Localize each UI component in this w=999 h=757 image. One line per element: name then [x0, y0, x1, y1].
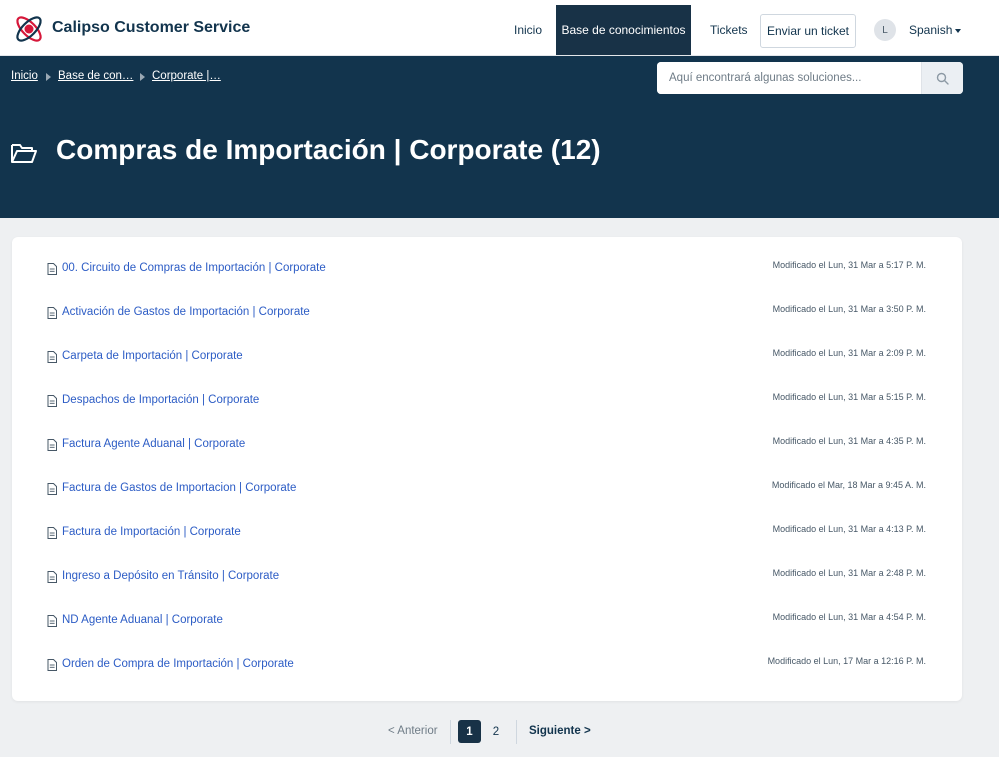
pagination-next[interactable]: Siguiente >	[529, 725, 591, 737]
article-modified-date: Modificado el Lun, 31 Mar a 4:54 P. M.	[772, 612, 926, 622]
article-link[interactable]: Factura de Importación | Corporate	[62, 526, 241, 538]
hero-banner: Inicio Base de con… Corporate |… Compras…	[0, 56, 999, 218]
article-modified-date: Modificado el Lun, 31 Mar a 2:09 P. M.	[772, 348, 926, 358]
list-item: Carpeta de Importación | Corporate Modif…	[12, 342, 962, 372]
article-modified-date: Modificado el Lun, 31 Mar a 5:17 P. M.	[772, 260, 926, 270]
article-modified-date: Modificado el Lun, 31 Mar a 2:48 P. M.	[772, 568, 926, 578]
list-item: 00. Circuito de Compras de Importación |…	[12, 254, 962, 284]
language-selector[interactable]: Spanish	[909, 23, 962, 37]
folder-open-icon	[11, 144, 37, 163]
list-item: Ingreso a Depósito en Tránsito | Corpora…	[12, 562, 962, 592]
nav-tickets[interactable]: Tickets	[710, 23, 748, 37]
article-modified-date: Modificado el Lun, 31 Mar a 4:13 P. M.	[772, 524, 926, 534]
document-icon	[47, 527, 57, 539]
article-link[interactable]: Factura Agente Aduanal | Corporate	[62, 438, 245, 450]
document-icon	[47, 571, 57, 583]
language-label: Spanish	[909, 23, 953, 37]
brand-name[interactable]: Calipso Customer Service	[52, 19, 250, 37]
article-link[interactable]: Ingreso a Depósito en Tránsito | Corpora…	[62, 570, 279, 582]
breadcrumb-corporate[interactable]: Corporate |…	[152, 70, 221, 82]
article-modified-date: Modificado el Mar, 18 Mar a 9:45 A. M.	[771, 480, 926, 490]
article-link[interactable]: Despachos de Importación | Corporate	[62, 394, 259, 406]
page-title: Compras de Importación | Corporate (12)	[56, 134, 601, 165]
avatar[interactable]: L	[874, 19, 896, 41]
document-icon	[47, 483, 57, 495]
nav-home[interactable]: Inicio	[514, 23, 542, 37]
search-input[interactable]	[657, 62, 921, 94]
document-icon	[47, 439, 57, 451]
article-link[interactable]: Activación de Gastos de Importación | Co…	[62, 306, 310, 318]
list-item: Activación de Gastos de Importación | Co…	[12, 298, 962, 328]
chevron-down-icon	[955, 28, 962, 33]
chevron-right-icon	[46, 73, 51, 81]
nav-knowledge-base[interactable]: Base de conocimientos	[556, 5, 691, 55]
article-modified-date: Modificado el Lun, 31 Mar a 3:50 P. M.	[772, 304, 926, 314]
pagination-divider	[516, 720, 517, 744]
document-icon	[47, 263, 57, 275]
article-modified-date: Modificado el Lun, 31 Mar a 5:15 P. M.	[772, 392, 926, 402]
document-icon	[47, 307, 57, 319]
chevron-right-icon	[140, 73, 145, 81]
search-button[interactable]	[921, 62, 963, 94]
submit-ticket-button[interactable]: Enviar un ticket	[760, 14, 856, 48]
document-icon	[47, 615, 57, 627]
pagination-divider	[450, 720, 451, 744]
list-item: Factura de Gastos de Importacion | Corpo…	[12, 474, 962, 504]
article-link[interactable]: Factura de Gastos de Importacion | Corpo…	[62, 482, 296, 494]
article-link[interactable]: Orden de Compra de Importación | Corpora…	[62, 658, 294, 670]
list-item: Despachos de Importación | Corporate Mod…	[12, 386, 962, 416]
list-item: ND Agente Aduanal | Corporate Modificado…	[12, 606, 962, 636]
article-modified-date: Modificado el Lun, 17 Mar a 12:16 P. M.	[767, 656, 926, 666]
pagination-prev[interactable]: < Anterior	[388, 725, 438, 737]
document-icon	[47, 659, 57, 671]
pagination-page[interactable]: 2	[489, 720, 503, 743]
article-link[interactable]: 00. Circuito de Compras de Importación |…	[62, 262, 326, 274]
top-bar: Calipso Customer Service Inicio Base de …	[0, 0, 999, 56]
breadcrumb-knowledge-base[interactable]: Base de con…	[58, 70, 133, 82]
list-item: Factura Agente Aduanal | Corporate Modif…	[12, 430, 962, 460]
search-icon	[936, 72, 949, 85]
article-modified-date: Modificado el Lun, 31 Mar a 4:35 P. M.	[772, 436, 926, 446]
article-link[interactable]: ND Agente Aduanal | Corporate	[62, 614, 223, 626]
search-box	[657, 62, 963, 94]
document-icon	[47, 351, 57, 363]
calipso-logo-icon[interactable]	[12, 12, 46, 46]
article-link[interactable]: Carpeta de Importación | Corporate	[62, 350, 243, 362]
document-icon	[47, 395, 57, 407]
list-item: Orden de Compra de Importación | Corpora…	[12, 650, 962, 680]
article-list: 00. Circuito de Compras de Importación |…	[12, 237, 962, 701]
list-item: Factura de Importación | Corporate Modif…	[12, 518, 962, 548]
breadcrumb-home[interactable]: Inicio	[11, 70, 38, 82]
pagination-page-current[interactable]: 1	[458, 720, 481, 743]
